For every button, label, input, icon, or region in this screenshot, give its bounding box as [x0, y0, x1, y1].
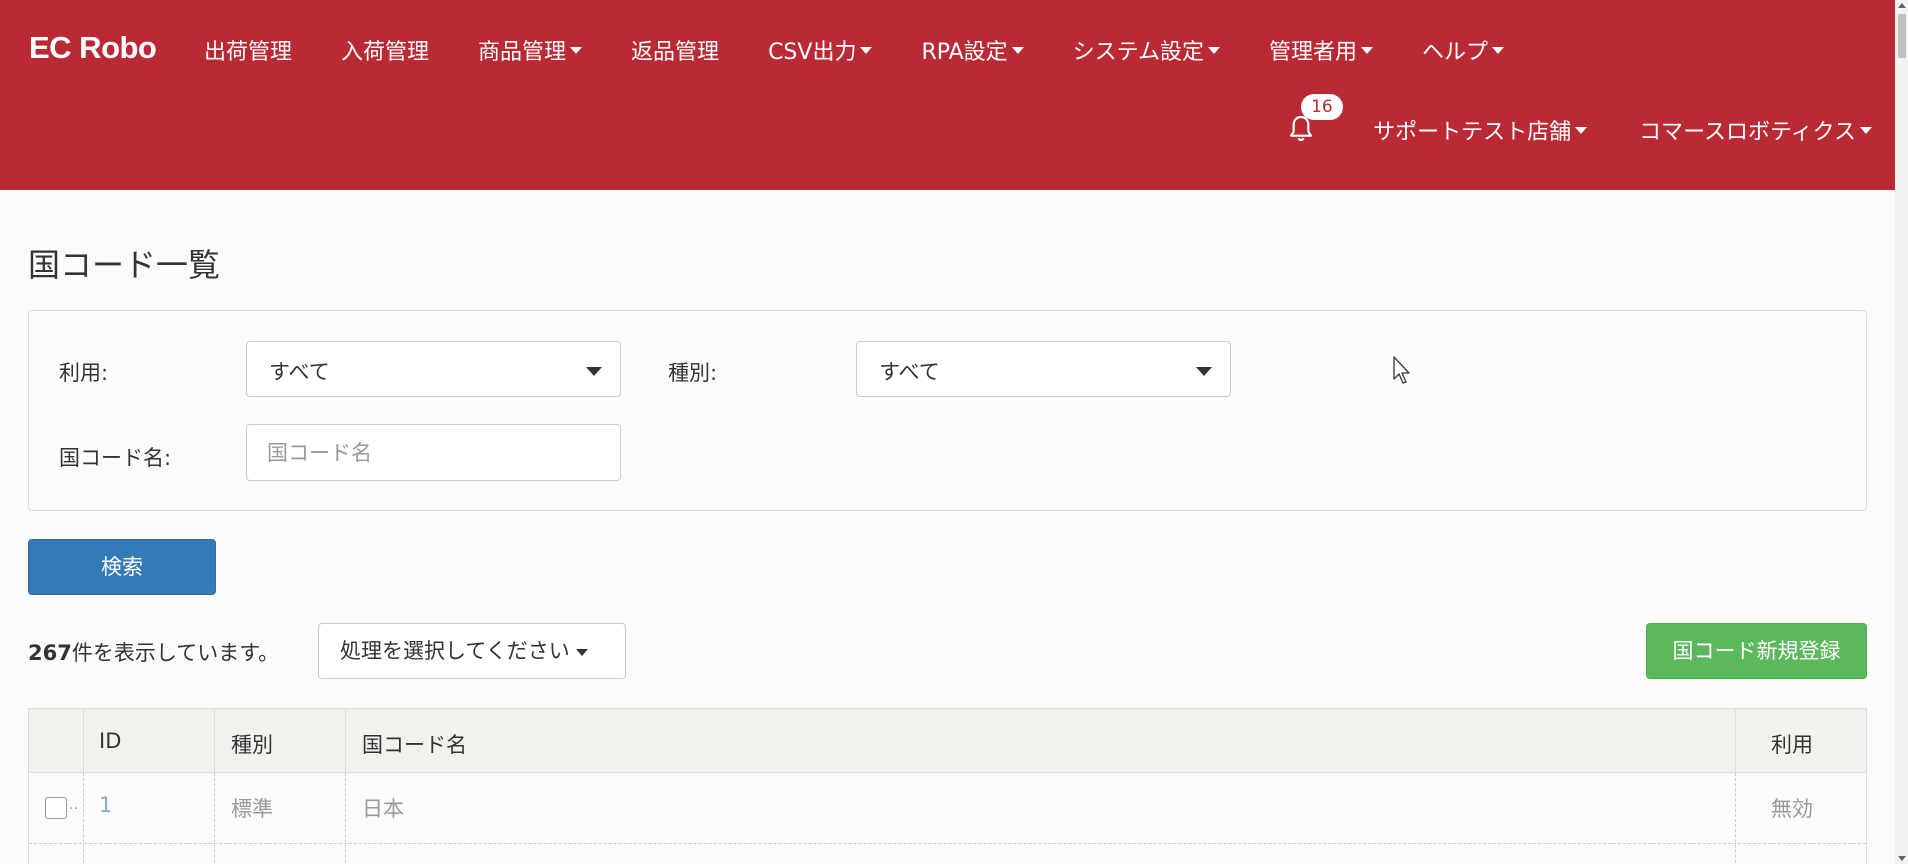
row-name: 日本: [362, 797, 404, 821]
menu-shipping[interactable]: 出荷管理: [204, 34, 292, 66]
page-title: 国コード一覧: [28, 246, 221, 284]
row-usage: 無効: [1771, 797, 1813, 821]
search-filter-panel: 利用: すべて 種別: すべて 国コード名:: [28, 310, 1867, 511]
usage-select[interactable]: すべて: [246, 341, 621, 397]
column-divider: [83, 773, 84, 864]
country-code-name-input[interactable]: [246, 424, 621, 481]
mouse-cursor-icon: [1393, 356, 1410, 384]
caret-down-icon: [1361, 46, 1374, 54]
menu-returns[interactable]: 返品管理: [631, 34, 719, 66]
column-divider: [83, 709, 84, 773]
column-divider: [214, 709, 215, 773]
column-header-usage[interactable]: 利用: [1771, 729, 1813, 759]
type-label: 種別:: [668, 361, 718, 385]
shop-dropdown[interactable]: サポートテスト店舗: [1373, 114, 1588, 146]
notification-badge: 16: [1301, 94, 1343, 120]
row-select-checkbox[interactable]: [45, 797, 67, 819]
column-divider: [345, 709, 346, 773]
menu-csv-export[interactable]: CSV出力: [768, 34, 873, 66]
chevron-down-icon: [1196, 367, 1212, 376]
menu-help[interactable]: ヘルプ: [1422, 34, 1505, 66]
navbar-right: 16 サポートテスト店舗 コマースロボティクス: [1285, 94, 1895, 147]
caret-down-icon: [1575, 126, 1588, 134]
company-dropdown[interactable]: コマースロボティクス: [1639, 114, 1872, 146]
caret-down-icon: [1492, 46, 1505, 54]
top-navbar: EC Robo 出荷管理 入荷管理 商品管理 返品管理 CSV出力 RPA設定 …: [0, 0, 1895, 190]
type-select[interactable]: すべて: [856, 341, 1231, 397]
column-divider: [1735, 709, 1736, 773]
result-count-number: 267: [28, 641, 72, 665]
row-divider: [29, 843, 1866, 844]
column-divider: [345, 773, 346, 864]
chevron-down-icon: [586, 367, 602, 376]
scroll-thumb[interactable]: [1898, 14, 1906, 58]
menu-receiving[interactable]: 入荷管理: [341, 34, 429, 66]
column-header-id[interactable]: ID: [99, 729, 121, 753]
brand-logo[interactable]: EC Robo: [29, 30, 157, 66]
bulk-action-dropdown[interactable]: 処理を選択してください: [318, 623, 626, 679]
menu-products[interactable]: 商品管理: [478, 34, 583, 66]
table-header: ID 種別 国コード名 利用: [29, 709, 1866, 773]
country-code-name-label: 国コード名:: [59, 446, 172, 470]
caret-down-icon: [1860, 126, 1872, 134]
scroll-up-icon[interactable]: [1898, 3, 1906, 8]
row-id-link[interactable]: 1: [99, 793, 112, 817]
search-button[interactable]: 検索: [28, 539, 216, 595]
column-divider: [1735, 773, 1736, 864]
caret-down-icon: [575, 648, 588, 656]
column-header-name[interactable]: 国コード名: [362, 729, 467, 759]
caret-down-icon: [1208, 46, 1220, 54]
menu-rpa-settings[interactable]: RPA設定: [921, 34, 1024, 66]
caret-down-icon: [1011, 46, 1024, 54]
usage-label: 利用:: [59, 361, 109, 385]
result-count-suffix: 件を表示しています。: [71, 641, 280, 665]
column-header-type[interactable]: 種別: [231, 729, 273, 759]
vertical-scrollbar[interactable]: [1895, 0, 1908, 864]
country-code-table: ID 種別 国コード名 利用 .. 1 標準 日本 無効: [28, 708, 1867, 864]
main-menu: 出荷管理 入荷管理 商品管理 返品管理 CSV出力 RPA設定 システム設定 管…: [204, 34, 1553, 66]
new-country-code-button[interactable]: 国コード新規登録: [1646, 623, 1867, 679]
row-type: 標準: [231, 797, 273, 821]
notification-button[interactable]: 16: [1285, 94, 1343, 147]
caret-down-icon: [570, 46, 583, 54]
scroll-down-icon[interactable]: [1898, 856, 1906, 861]
truncation-dots: ..: [69, 797, 78, 813]
result-count: 267件を表示しています。: [28, 637, 279, 667]
menu-admin[interactable]: 管理者用: [1269, 34, 1374, 66]
menu-system-settings[interactable]: システム設定: [1073, 34, 1220, 66]
column-divider: [214, 773, 215, 864]
caret-down-icon: [860, 46, 873, 54]
